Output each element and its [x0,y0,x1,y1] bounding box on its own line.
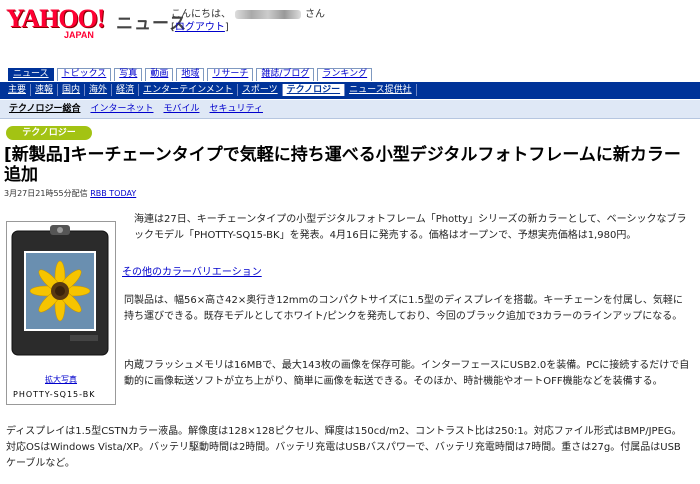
nav-entertainment[interactable]: エンターテインメント [139,84,238,96]
subnav-mobile[interactable]: モバイル [158,103,204,115]
tab-research[interactable]: リサーチ [207,68,254,81]
tab-local[interactable]: 地域 [176,68,205,81]
tab-photos[interactable]: 写真 [114,68,143,81]
tab-magazine-blog[interactable]: 雑誌/ブログ [256,68,315,81]
nav-domestic[interactable]: 国内 [58,84,86,96]
nav-world[interactable]: 海外 [85,84,113,96]
subcategory-nav: テクノロジー総合 インターネット モバイル セキュリティ [4,103,268,115]
nav-economy[interactable]: 経済 [112,84,140,96]
main-tabs: ニュース トピックス 写真 動画 地域 リサーチ 雑誌/ブログ ランキング [8,68,373,81]
color-variation-link[interactable]: その他のカラーバリエーション [122,263,262,278]
tab-ranking[interactable]: ランキング [317,68,373,81]
logo-sub: JAPAN [64,30,94,40]
photo-box: 拡大写真 PHOTTY-SQ15-BK [6,221,116,405]
logo-text: YAHOO! [6,4,105,33]
greeting-prefix: こんにちは、 [171,9,231,20]
category-badge: テクノロジー [6,126,92,140]
logout-link[interactable]: ログアウト [175,22,225,33]
username-redacted [235,9,301,19]
category-nav: 主要 速報 国内 海外 経済 エンターテインメント スポーツ テクノロジー ニュ… [4,84,417,96]
nav-technology[interactable]: テクノロジー [282,84,346,96]
yahoo-japan-logo[interactable]: YAHOO! JAPAN [6,6,110,42]
subnav-internet[interactable]: インターネット [85,103,158,115]
logout-bracket-close: ] [224,22,229,33]
nav-top[interactable]: 主要 [4,84,32,96]
article-dateline: 3月27日21時55分配信 RBB TODAY [4,188,136,199]
greeting-suffix: さん [305,9,325,20]
subnav-tech-general[interactable]: テクノロジー総合 [4,103,85,115]
article-title: [新製品]キーチェーンタイプで気軽に持ち運べる小型デジタルフォトフレームに新カラ… [4,145,681,185]
article-paragraph-2: 同製品は、幅56×高さ42×奥行き12mmのコンパクトサイズに1.5型のディスプ… [124,295,683,322]
enlarge-photo-link[interactable]: 拡大写真 [7,374,115,385]
nav-sports[interactable]: スポーツ [238,84,283,96]
nav-breaking[interactable]: 速報 [31,84,59,96]
article-paragraph-3: 内蔵フラッシュメモリは16MBで、最大143枚の画像を保存可能。インターフェース… [124,360,690,387]
tab-topics[interactable]: トピックス [56,68,112,81]
article-paragraph-4: ディスプレイは1.5型CSTNカラー液晶。解像度は128×128ピクセル、輝度は… [6,426,682,469]
photo-caption: PHOTTY-SQ15-BK [13,390,96,399]
source-link[interactable]: RBB TODAY [90,189,136,198]
article-paragraph-1: 海連は27日、キーチェーンタイプの小型デジタルフォトフレーム「Photty」シリ… [134,214,687,241]
article-date: 3月27日21時55分配信 [4,189,88,198]
subnav-security[interactable]: セキュリティ [205,103,268,115]
greeting: こんにちは、 さん [ログアウト] [171,8,325,34]
nav-providers[interactable]: ニュース提供社 [345,84,417,96]
photo-frame-image[interactable] [10,225,110,365]
tab-news[interactable]: ニュース [8,68,54,81]
tab-video[interactable]: 動画 [145,68,174,81]
